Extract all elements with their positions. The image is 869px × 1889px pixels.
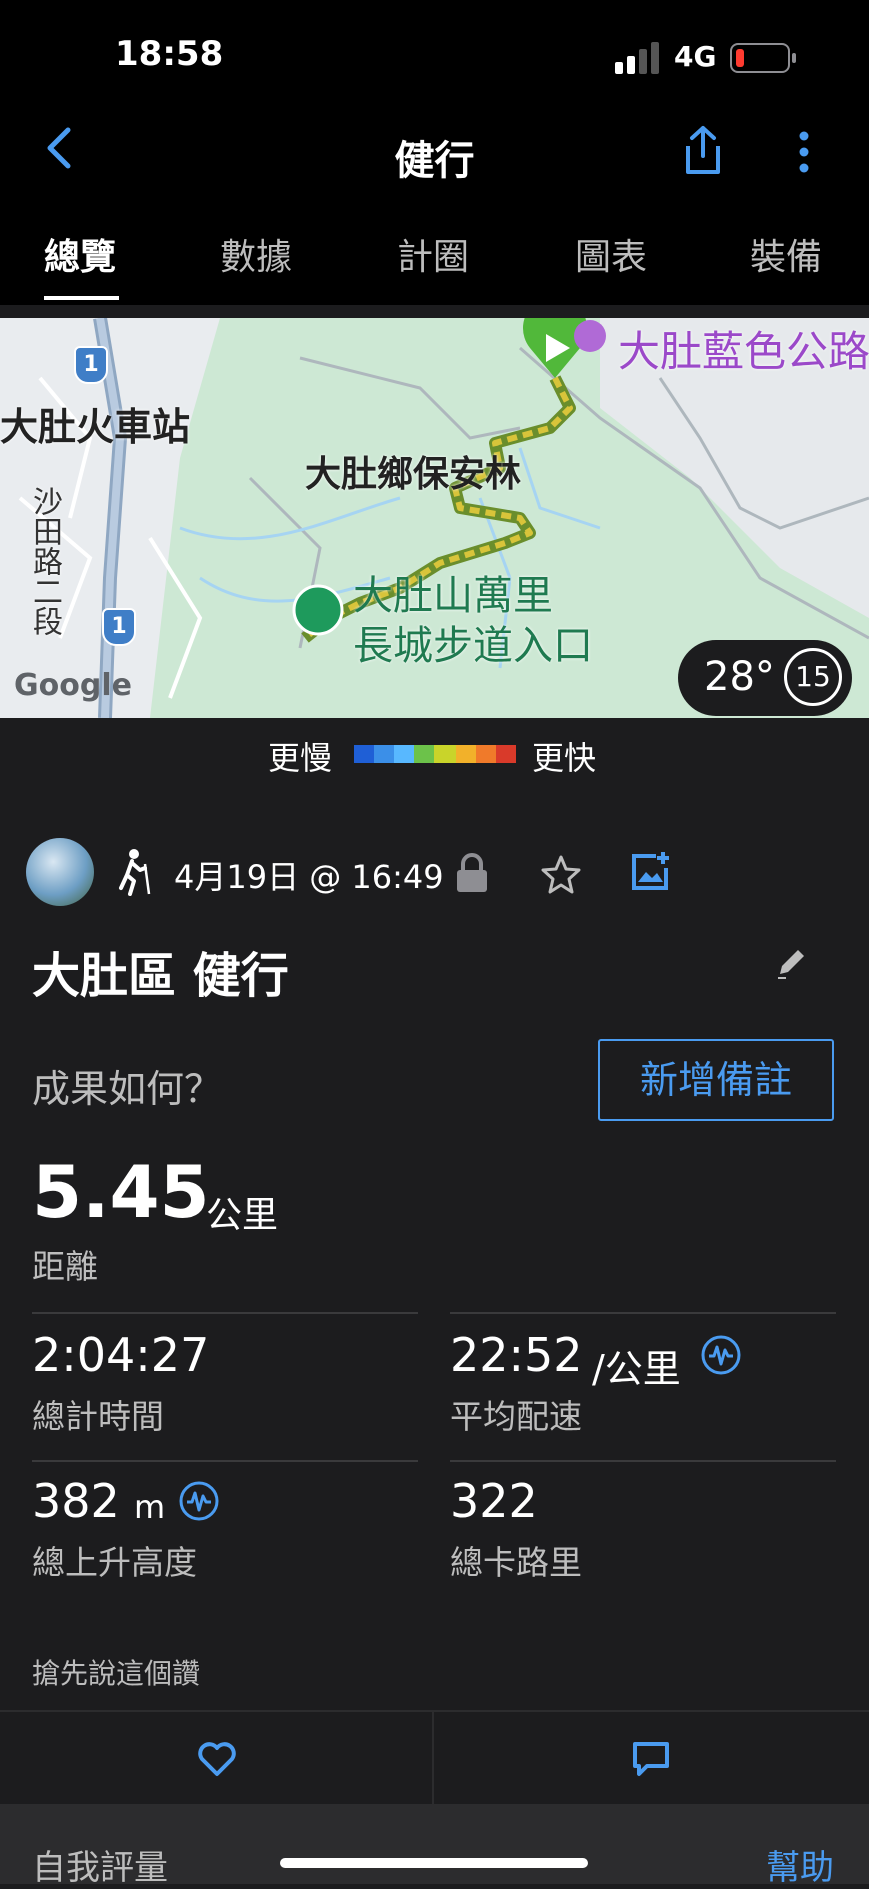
legend-fast: 更快 bbox=[532, 739, 597, 777]
heart-rate-badge-icon[interactable] bbox=[178, 1480, 220, 1522]
tab-overview[interactable]: 總覽 bbox=[44, 228, 116, 280]
status-time: 18:58 bbox=[115, 34, 224, 74]
tab-charts[interactable]: 圖表 bbox=[575, 228, 647, 280]
stat-calories-value: 322 bbox=[450, 1474, 538, 1528]
lock-icon[interactable] bbox=[455, 852, 489, 894]
activity-datetime: 4月19日 @ 16:49 bbox=[174, 858, 444, 896]
distance-label: 距離 bbox=[32, 1247, 98, 1286]
stat-avg-pace-label: 平均配速 bbox=[450, 1397, 582, 1436]
stat-avg-pace-unit: /公里 bbox=[592, 1347, 681, 1391]
like-prompt: 搶先說這個讚 bbox=[32, 1657, 201, 1690]
tab-data[interactable]: 數據 bbox=[220, 228, 292, 280]
tab-active-indicator bbox=[44, 296, 119, 300]
help-link[interactable]: 幫助 bbox=[766, 1840, 834, 1889]
legend-slow: 更慢 bbox=[268, 739, 333, 777]
more-icon[interactable] bbox=[797, 130, 811, 178]
weather-temp: 28° bbox=[704, 654, 775, 700]
activity-prompt: 成果如何？ bbox=[32, 1067, 223, 1111]
distance-unit: 公里 bbox=[206, 1195, 279, 1236]
home-indicator bbox=[280, 1858, 588, 1868]
add-note-button[interactable]: 新增備註 bbox=[598, 1039, 834, 1121]
wind-icon: 15 bbox=[784, 648, 842, 706]
status-bar: 18:58 4G bbox=[0, 0, 869, 110]
network-label: 4G bbox=[674, 40, 717, 73]
action-divider bbox=[432, 1712, 434, 1804]
weather-badge[interactable]: 28° 15 bbox=[678, 640, 852, 716]
stat-avg-pace-value: 22:52 bbox=[450, 1328, 583, 1382]
stat-total-time-value: 2:04:27 bbox=[32, 1328, 210, 1382]
stat-ascent-value: 382 bbox=[32, 1474, 120, 1528]
stat-ascent-unit: m bbox=[134, 1488, 166, 1526]
edit-icon[interactable] bbox=[774, 944, 810, 980]
heart-rate-badge-icon[interactable] bbox=[700, 1334, 742, 1376]
tab-laps[interactable]: 計圈 bbox=[397, 228, 469, 280]
divider bbox=[32, 1460, 418, 1462]
tab-gear[interactable]: 裝備 bbox=[750, 228, 822, 280]
signal-icon bbox=[615, 40, 663, 74]
wind-speed: 15 bbox=[795, 660, 831, 693]
activity-title: 大肚區 健行 bbox=[32, 948, 289, 1004]
action-bar bbox=[0, 1710, 869, 1806]
map-label-station: 大肚火車站 bbox=[0, 405, 191, 449]
route-shield-icon: 1 bbox=[102, 608, 136, 646]
divider bbox=[450, 1312, 836, 1314]
map-label-road: 沙田路二段 bbox=[27, 486, 62, 636]
map-label-park: 大肚藍色公路 bbox=[618, 327, 869, 376]
divider bbox=[450, 1460, 836, 1462]
map-label-trail-2: 長城步道入口 bbox=[353, 623, 593, 669]
self-eval-label[interactable]: 自我評量 bbox=[32, 1840, 168, 1889]
divider bbox=[32, 1312, 418, 1314]
route-shield-icon: 1 bbox=[74, 346, 108, 384]
battery-icon bbox=[730, 43, 796, 73]
footer: 自我評量 幫助 bbox=[0, 1804, 869, 1888]
google-logo: Google bbox=[14, 668, 132, 703]
distance-value: 5.45 bbox=[32, 1150, 210, 1234]
star-icon[interactable] bbox=[540, 854, 582, 894]
speed-legend-bar bbox=[354, 745, 516, 763]
like-heart-icon[interactable] bbox=[196, 1740, 238, 1778]
comment-icon[interactable] bbox=[631, 1740, 671, 1778]
avatar[interactable] bbox=[26, 838, 94, 906]
share-icon[interactable] bbox=[680, 124, 726, 180]
add-photo-icon[interactable] bbox=[630, 850, 672, 892]
stat-calories-label: 總卡路里 bbox=[450, 1543, 582, 1582]
stat-ascent-label: 總上升高度 bbox=[32, 1543, 197, 1582]
route-map[interactable]: 大肚火車站 大肚鄉保安林 大肚山萬里 長城步道入口 大肚藍色公路 沙田路二段 1… bbox=[0, 318, 869, 718]
hiking-icon bbox=[119, 849, 151, 896]
stat-total-time-label: 總計時間 bbox=[32, 1397, 164, 1436]
page-title: 健行 bbox=[394, 138, 475, 184]
map-label-forest: 大肚鄉保安林 bbox=[305, 454, 522, 495]
